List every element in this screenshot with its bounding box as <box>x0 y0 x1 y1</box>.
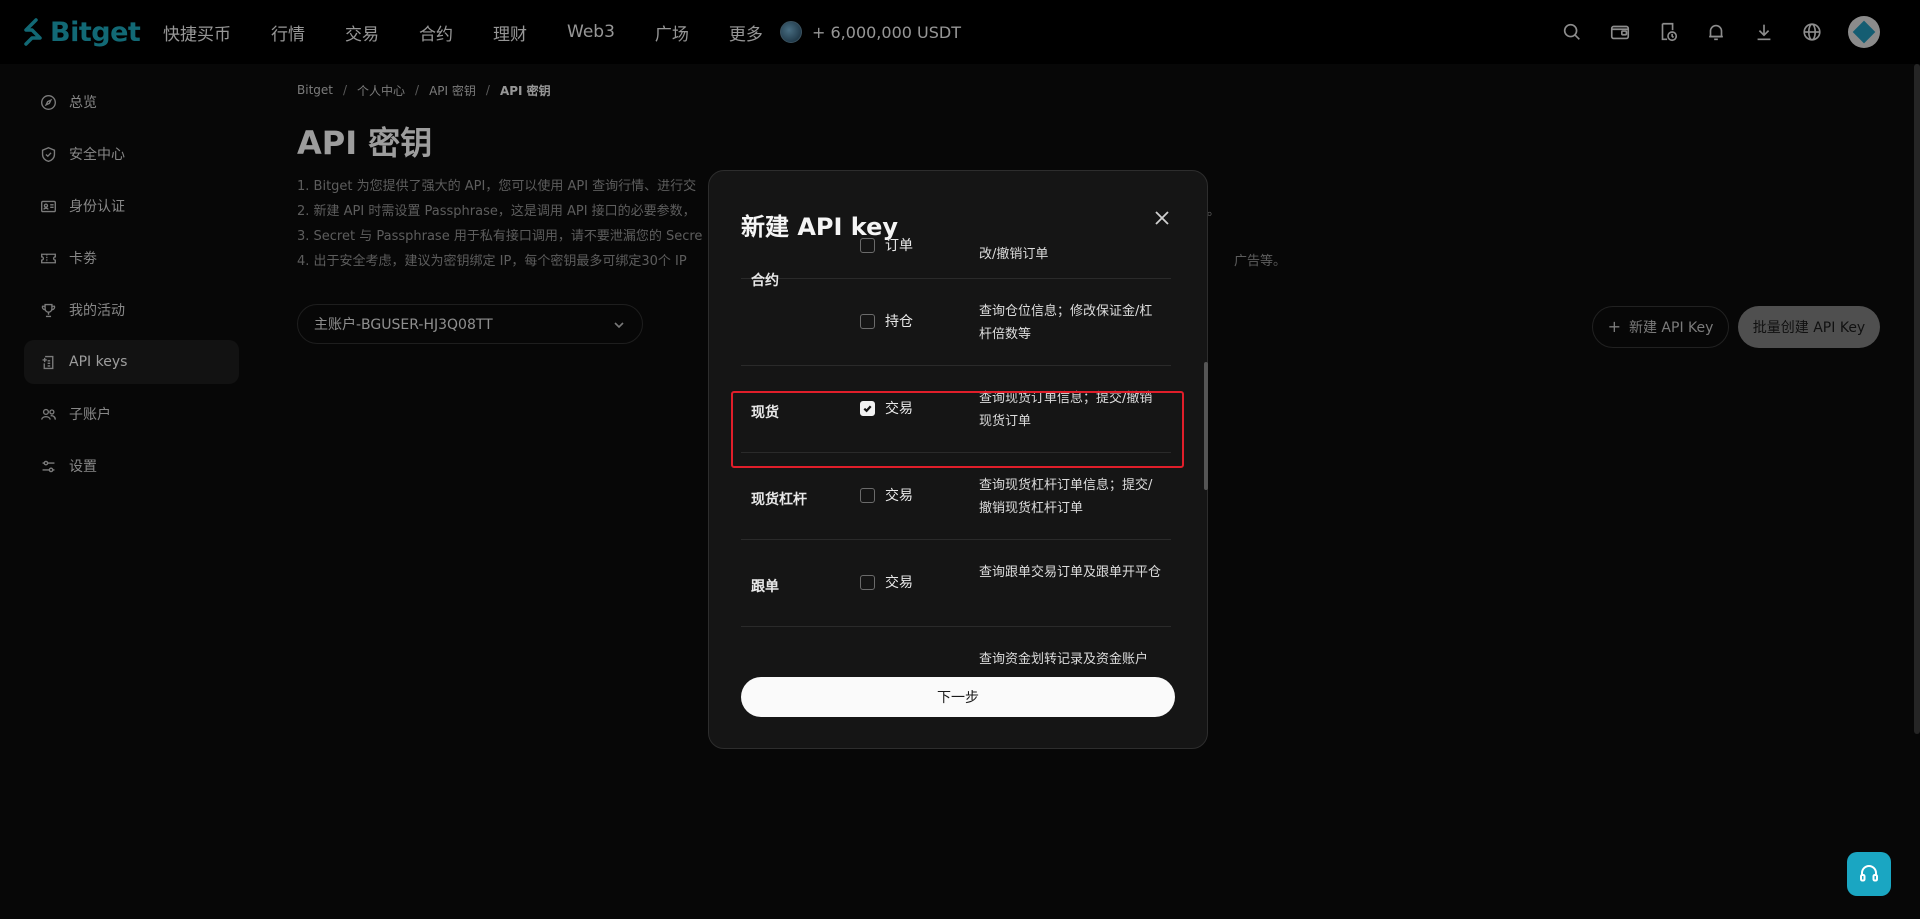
permission-row-spot: 现货 交易 查询现货订单信息；提交/撤销现货订单 <box>741 366 1171 453</box>
check-icon <box>863 404 872 412</box>
permission-option[interactable]: 持仓 <box>860 311 913 331</box>
permission-checkbox[interactable] <box>860 487 875 503</box>
permission-row-margin: 现货杠杆 交易 查询现货杠杆订单信息；提交/撤销现货杠杆订单 <box>741 453 1171 540</box>
permission-category: 现货杠杆 <box>751 492 807 508</box>
next-step-label: 下一步 <box>937 690 979 706</box>
permission-category: 现货 <box>751 405 779 421</box>
permission-label: 交易 <box>885 575 913 591</box>
permission-description: 查询跟单交易订单及跟单开平仓 <box>979 565 1162 580</box>
close-icon[interactable] <box>1153 209 1171 227</box>
permission-label: 持仓 <box>885 314 913 330</box>
modal-scrollbar[interactable] <box>1204 362 1208 490</box>
permission-label: 交易 <box>885 401 913 417</box>
permission-category: 跟单 <box>751 579 779 595</box>
customer-support-button[interactable] <box>1847 852 1891 896</box>
permission-checkbox[interactable] <box>860 313 875 329</box>
permission-row: 查询资金划转记录及资金账户 <box>741 627 1171 667</box>
permission-description: 查询资金划转记录及资金账户 <box>979 652 1149 667</box>
headset-icon <box>1860 865 1878 882</box>
permission-row: 持仓 查询仓位信息；修改保证金/杠杆倍数等 <box>741 279 1171 366</box>
permission-checkbox[interactable] <box>860 574 875 590</box>
permission-description: 查询现货杠杆订单信息；提交/撤销现货杠杆订单 <box>979 478 1153 516</box>
permission-row-copy-trading: 跟单 交易 查询跟单交易订单及跟单开平仓 <box>741 540 1171 627</box>
permission-row: 订单 改/撤销订单 <box>741 237 1171 279</box>
next-step-button[interactable]: 下一步 <box>741 677 1175 717</box>
permission-checkbox-checked[interactable] <box>860 400 875 416</box>
permission-description: 查询仓位信息；修改保证金/杠杆倍数等 <box>979 304 1153 342</box>
permission-description: 改/撤销订单 <box>979 247 1049 262</box>
permission-option[interactable]: 交易 <box>860 485 913 505</box>
permission-checkbox[interactable] <box>860 237 875 253</box>
permission-option[interactable]: 订单 <box>860 237 913 255</box>
permission-option[interactable]: 交易 <box>860 572 913 592</box>
permission-option[interactable]: 交易 <box>860 398 913 418</box>
permission-label: 订单 <box>885 238 913 254</box>
permissions-list[interactable]: 订单 改/撤销订单 合约 持仓 查询仓位信息；修改保证金/杠杆倍数等 现货 交易… <box>741 237 1171 667</box>
permission-label: 交易 <box>885 488 913 504</box>
permission-description: 查询现货订单信息；提交/撤销现货订单 <box>979 391 1153 429</box>
new-api-key-modal: 新建 API key 订单 改/撤销订单 合约 持仓 查询仓位信息；修改保证金/… <box>708 170 1208 749</box>
